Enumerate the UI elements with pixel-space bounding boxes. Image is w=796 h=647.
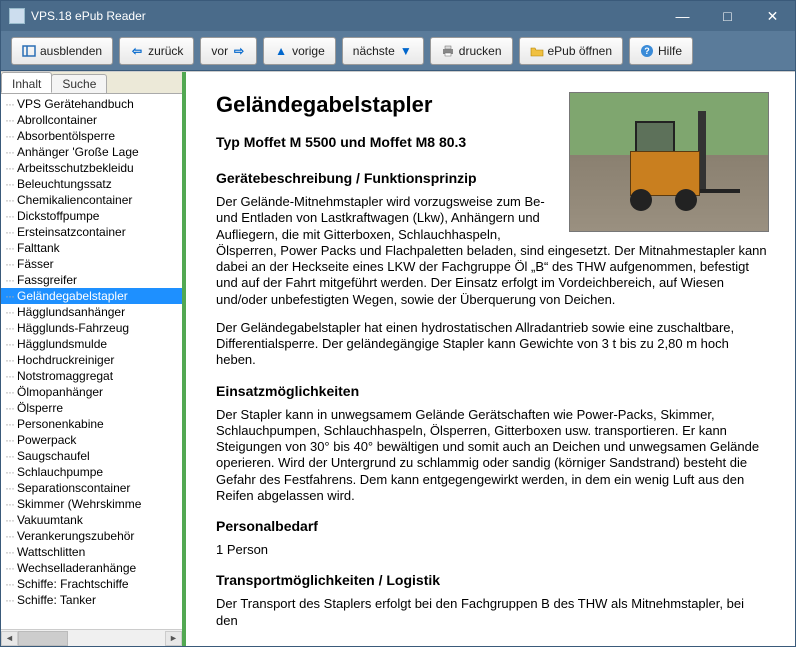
tree-item[interactable]: Wattschlitten xyxy=(1,544,182,560)
tree-item[interactable]: Arbeitsschutzbekleidu xyxy=(1,160,182,176)
tree-item[interactable]: Abrollcontainer xyxy=(1,112,182,128)
main-body: Inhalt Suche VPS GerätehandbuchAbrollcon… xyxy=(1,71,795,646)
article-content[interactable]: Geländegabelstapler Typ Moffet M 5500 un… xyxy=(186,72,795,646)
tree-item[interactable]: Ersteinsatzcontainer xyxy=(1,224,182,240)
prev-label: vorige xyxy=(292,44,325,58)
paragraph-use: Der Stapler kann in unwegsamem Gelände G… xyxy=(216,407,769,505)
hide-button[interactable]: ausblenden xyxy=(11,37,113,65)
horizontal-scrollbar[interactable]: ◄ ► xyxy=(1,629,182,646)
tree-item[interactable]: Anhänger 'Große Lage xyxy=(1,144,182,160)
tree-item[interactable]: Hägglundsmulde xyxy=(1,336,182,352)
tree-item[interactable]: Vakuumtank xyxy=(1,512,182,528)
article-image xyxy=(569,92,769,232)
svg-text:?: ? xyxy=(644,46,650,56)
window-title: VPS.18 ePub Reader xyxy=(31,9,660,23)
sidebar-tabs: Inhalt Suche xyxy=(1,72,182,94)
help-button[interactable]: ? Hilfe xyxy=(629,37,693,65)
tree-item[interactable]: Notstromaggregat xyxy=(1,368,182,384)
titlebar: VPS.18 ePub Reader ― □ ✕ xyxy=(1,1,795,31)
maximize-button[interactable]: □ xyxy=(705,1,750,31)
next-label: nächste xyxy=(353,44,395,58)
hide-icon xyxy=(22,44,36,58)
tree-item[interactable]: Schiffe: Frachtschiffe xyxy=(1,576,182,592)
tree-item[interactable]: Separationscontainer xyxy=(1,480,182,496)
tree-item[interactable]: Dickstoffpumpe xyxy=(1,208,182,224)
forklift-illustration xyxy=(620,111,730,211)
forward-button[interactable]: vor ⇨ xyxy=(200,37,257,65)
arrow-down-icon: ▼ xyxy=(399,44,413,58)
tree-item[interactable]: Powerpack xyxy=(1,432,182,448)
print-label: drucken xyxy=(459,44,502,58)
next-button[interactable]: nächste ▼ xyxy=(342,37,424,65)
prev-button[interactable]: ▲ vorige xyxy=(263,37,336,65)
tree-item[interactable]: Geländegabelstapler xyxy=(1,288,182,304)
tree-item[interactable]: Chemikaliencontainer xyxy=(1,192,182,208)
heading-transport: Transportmöglichkeiten / Logistik xyxy=(216,572,769,588)
help-icon: ? xyxy=(640,44,654,58)
toolbar: ausblenden ⇦ zurück vor ⇨ ▲ vorige nächs… xyxy=(1,31,795,71)
paragraph-desc2: Der Geländegabelstapler hat einen hydros… xyxy=(216,320,769,369)
scroll-track[interactable] xyxy=(18,631,165,646)
heading-use: Einsatzmöglichkeiten xyxy=(216,383,769,399)
tree-item[interactable]: Fässer xyxy=(1,256,182,272)
tab-search[interactable]: Suche xyxy=(51,74,107,93)
heading-personnel: Personalbedarf xyxy=(216,518,769,534)
close-button[interactable]: ✕ xyxy=(750,1,795,31)
scroll-right-button[interactable]: ► xyxy=(165,631,182,646)
tab-content[interactable]: Inhalt xyxy=(1,72,52,93)
tree-item[interactable]: Personenkabine xyxy=(1,416,182,432)
print-icon xyxy=(441,44,455,58)
tree-item[interactable]: Schlauchpumpe xyxy=(1,464,182,480)
open-button[interactable]: ePub öffnen xyxy=(519,37,624,65)
help-label: Hilfe xyxy=(658,44,682,58)
tree-item[interactable]: Verankerungszubehör xyxy=(1,528,182,544)
tree-item[interactable]: Absorbentölsperre xyxy=(1,128,182,144)
open-icon xyxy=(530,44,544,58)
tree-item[interactable]: Skimmer (Wehrskimme xyxy=(1,496,182,512)
tree-item[interactable]: Ölmopanhänger xyxy=(1,384,182,400)
tree-item[interactable]: Beleuchtungssatz xyxy=(1,176,182,192)
scroll-thumb[interactable] xyxy=(18,631,68,646)
forward-label: vor xyxy=(211,44,228,58)
tree-item[interactable]: Hägglunds-Fahrzeug xyxy=(1,320,182,336)
paragraph-transport: Der Transport des Staplers erfolgt bei d… xyxy=(216,596,769,629)
app-icon xyxy=(9,8,25,24)
print-button[interactable]: drucken xyxy=(430,37,513,65)
back-button[interactable]: ⇦ zurück xyxy=(119,37,194,65)
tree-item[interactable]: VPS Gerätehandbuch xyxy=(1,96,182,112)
tree-item[interactable]: Saugschaufel xyxy=(1,448,182,464)
tree-item[interactable]: Wechselladeranhänge xyxy=(1,560,182,576)
tree-item[interactable]: Hägglundsanhänger xyxy=(1,304,182,320)
paragraph-personnel: 1 Person xyxy=(216,542,769,558)
tree-item[interactable]: Ölsperre xyxy=(1,400,182,416)
sidebar: Inhalt Suche VPS GerätehandbuchAbrollcon… xyxy=(1,72,186,646)
back-label: zurück xyxy=(148,44,183,58)
app-window: VPS.18 ePub Reader ― □ ✕ ausblenden ⇦ zu… xyxy=(0,0,796,647)
content-tree[interactable]: VPS GerätehandbuchAbrollcontainerAbsorbe… xyxy=(1,94,182,629)
arrow-left-icon: ⇦ xyxy=(130,44,144,58)
tree-item[interactable]: Fassgreifer xyxy=(1,272,182,288)
tree-item[interactable]: Falttank xyxy=(1,240,182,256)
arrow-right-icon: ⇨ xyxy=(232,44,246,58)
tree-item[interactable]: Schiffe: Tanker xyxy=(1,592,182,608)
arrow-up-icon: ▲ xyxy=(274,44,288,58)
minimize-button[interactable]: ― xyxy=(660,1,705,31)
hide-label: ausblenden xyxy=(40,44,102,58)
scroll-left-button[interactable]: ◄ xyxy=(1,631,18,646)
window-controls: ― □ ✕ xyxy=(660,1,795,31)
open-label: ePub öffnen xyxy=(548,44,613,58)
tree-item[interactable]: Hochdruckreiniger xyxy=(1,352,182,368)
